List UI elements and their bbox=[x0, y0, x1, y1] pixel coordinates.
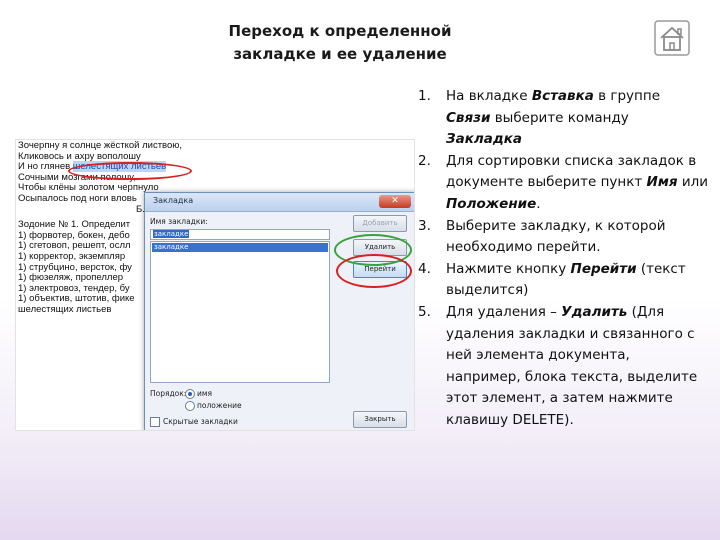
sort-by-name-radio[interactable] bbox=[185, 389, 195, 399]
step-2: 2. Для сортировки списка закладок в доку… bbox=[418, 151, 708, 216]
step-term: Имя bbox=[646, 174, 678, 191]
step-number: 3. bbox=[418, 217, 431, 234]
step-4: 4. Нажмите кнопку Перейти (текст выделит… bbox=[418, 259, 708, 302]
bookmark-dialog: Закладка ✕ Имя закладки: закладке заклад… bbox=[144, 192, 414, 430]
word-screenshot: Зочерпну я солнце жёсткой листвою, Клико… bbox=[16, 140, 414, 430]
bookmark-name-label: Имя закладки: bbox=[150, 217, 208, 226]
step-text: Выберите закладку, к которой необходимо … bbox=[446, 217, 666, 256]
dialog-titlebar: Закладка ✕ bbox=[145, 193, 414, 212]
step-number: 1. bbox=[418, 88, 431, 104]
sort-by-position-label: положение bbox=[197, 401, 242, 410]
slide-title-line-1: Переход к определенной bbox=[228, 22, 452, 40]
step-text: . bbox=[536, 195, 541, 212]
step-text: или bbox=[677, 174, 709, 191]
bookmark-name-value: закладке bbox=[153, 230, 190, 238]
step-term: Перейти bbox=[570, 260, 637, 277]
step-term: Связи bbox=[446, 109, 491, 126]
step-3: 3. Выберите закладку, к которой необходи… bbox=[418, 216, 708, 259]
dialog-close-button[interactable]: ✕ bbox=[379, 195, 411, 208]
sort-by-position-radio[interactable] bbox=[185, 401, 195, 411]
hidden-bookmarks-label: Скрытые закладки bbox=[163, 417, 238, 426]
highlight-ellipse-goto bbox=[336, 254, 412, 288]
step-number: 5. bbox=[418, 303, 431, 320]
step-text: Для удаления – bbox=[446, 303, 562, 320]
step-term: Вставка bbox=[531, 88, 594, 104]
slide-title: Переход к определенной закладке и ее уда… bbox=[150, 20, 530, 66]
bookmark-list-item[interactable]: закладке bbox=[152, 243, 328, 252]
slide-title-line-2: закладке и ее удаление bbox=[233, 45, 447, 63]
step-term: Закладка bbox=[446, 131, 523, 148]
sort-by-name-label: имя bbox=[197, 389, 213, 398]
dialog-cancel-button[interactable]: Закрыть bbox=[353, 411, 407, 428]
home-icon[interactable] bbox=[654, 20, 690, 56]
step-1: 1. На вкладке Вставка в группе Связи выб… bbox=[418, 86, 708, 151]
bookmark-list[interactable]: закладке bbox=[150, 241, 330, 383]
step-5: 5. Для удаления – Удалить (Для удаления … bbox=[418, 302, 708, 432]
dialog-title: Закладка bbox=[153, 196, 194, 205]
step-term: Удалить bbox=[561, 303, 628, 320]
bookmark-name-input[interactable]: закладке bbox=[150, 229, 330, 240]
step-number: 2. bbox=[418, 152, 431, 169]
sort-order-label: Порядок: bbox=[150, 389, 187, 398]
highlight-ellipse-text bbox=[68, 162, 192, 180]
step-number: 4. bbox=[418, 260, 431, 277]
doc-line-before: И но глянев bbox=[18, 161, 73, 173]
step-text: На вкладке bbox=[446, 88, 532, 104]
doc-line: Зочерпну я солнце жёсткой листвою, bbox=[18, 140, 183, 151]
add-bookmark-button[interactable]: Добавить bbox=[353, 215, 407, 232]
instruction-steps: 1. На вкладке Вставка в группе Связи выб… bbox=[418, 86, 708, 432]
hidden-bookmarks-checkbox[interactable] bbox=[150, 417, 160, 427]
step-text: выберите команду bbox=[490, 109, 629, 126]
step-text: (Для удаления закладки и связанного с не… bbox=[446, 303, 698, 428]
step-term: Положение bbox=[446, 195, 537, 212]
step-text: Нажмите кнопку bbox=[446, 260, 571, 277]
step-text: в группе bbox=[593, 88, 661, 104]
